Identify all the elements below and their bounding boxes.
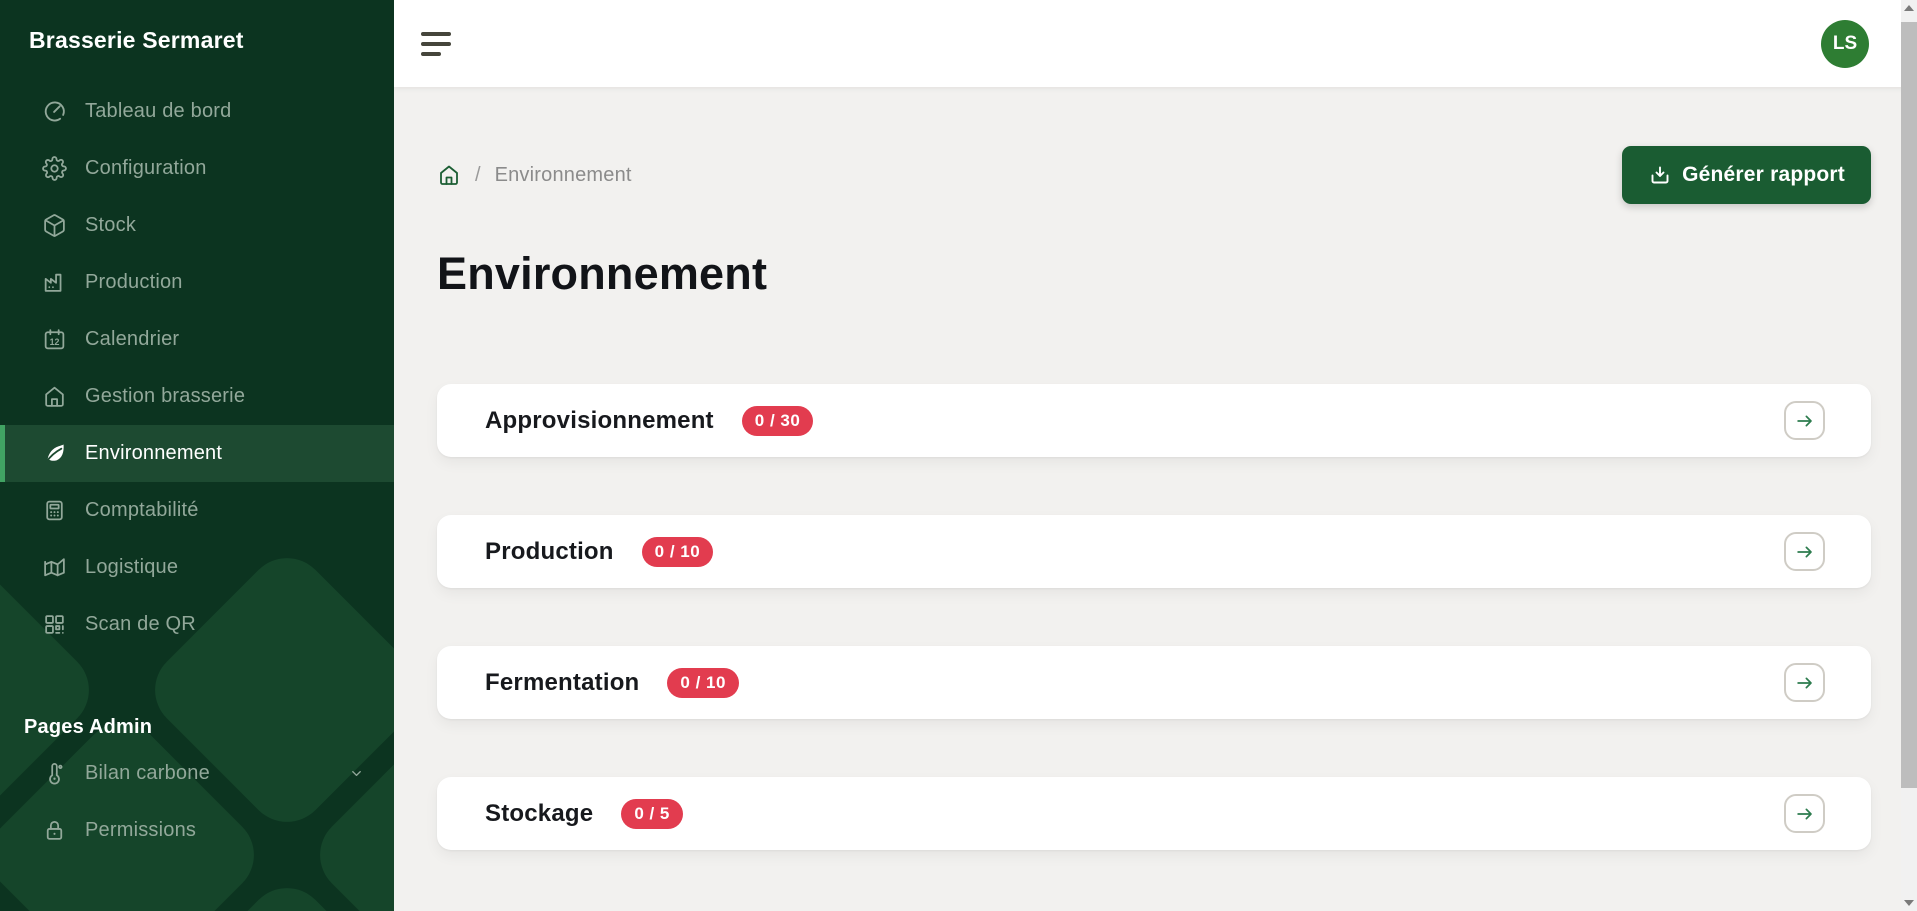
chevron-down-icon[interactable] — [349, 766, 364, 781]
sidebar-item-label: Logistique — [85, 556, 178, 579]
category-name: Stockage — [485, 800, 593, 828]
arrow-right-icon — [1794, 410, 1816, 432]
map-icon — [41, 555, 67, 581]
sidebar-item-scan-de-qr[interactable]: Scan de QR — [0, 596, 394, 653]
breadcrumb-current: Environnement — [495, 164, 632, 187]
page-title: Environnement — [437, 248, 1871, 300]
scrollbar-up-arrow[interactable] — [1901, 0, 1917, 16]
arrow-right-icon — [1794, 541, 1816, 563]
sidebar-nav: Tableau de bord Configuration Stock Prod… — [0, 83, 394, 653]
breadcrumb: / Environnement — [437, 163, 632, 187]
sidebar-item-production[interactable]: Production — [0, 254, 394, 311]
generate-report-button[interactable]: Générer rapport — [1622, 146, 1871, 204]
sidebar-item-label: Permissions — [85, 819, 196, 842]
arrow-right-icon — [1794, 803, 1816, 825]
factory-icon — [41, 270, 67, 296]
open-category-button[interactable] — [1784, 532, 1825, 571]
sidebar-item-label: Bilan carbone — [85, 762, 210, 785]
sidebar-item-label: Gestion brasserie — [85, 385, 245, 408]
brand-title: Brasserie Sermaret — [0, 0, 394, 54]
scrollbar-down-arrow[interactable] — [1901, 895, 1917, 911]
progress-badge: 0 / 10 — [667, 668, 739, 698]
sidebar-item-label: Production — [85, 271, 183, 294]
sidebar-item-label: Configuration — [85, 157, 207, 180]
category-card-stockage[interactable]: Stockage 0 / 5 — [437, 777, 1871, 850]
sidebar-item-label: Tableau de bord — [85, 100, 231, 123]
category-card-approvisionnement[interactable]: Approvisionnement 0 / 30 — [437, 384, 1871, 457]
calendar-icon: 12 — [41, 327, 67, 353]
sidebar-item-bilan-carbone[interactable]: Bilan carbone — [0, 745, 394, 802]
category-card-production[interactable]: Production 0 / 10 — [437, 515, 1871, 588]
hamburger-icon — [421, 32, 451, 36]
sidebar-item-stock[interactable]: Stock — [0, 197, 394, 254]
sidebar-item-permissions[interactable]: Permissions — [0, 802, 394, 859]
category-name: Production — [485, 538, 614, 566]
leaf-icon — [41, 441, 67, 467]
category-card-fermentation[interactable]: Fermentation 0 / 10 — [437, 646, 1871, 719]
open-category-button[interactable] — [1784, 794, 1825, 833]
lock-icon — [41, 818, 67, 844]
category-name: Fermentation — [485, 669, 639, 697]
sidebar-item-calendrier[interactable]: 12 Calendrier — [0, 311, 394, 368]
sidebar-admin-nav: Bilan carbone Permissions — [0, 745, 394, 859]
progress-badge: 0 / 10 — [642, 537, 714, 567]
home-icon — [41, 384, 67, 410]
gauge-icon — [41, 99, 67, 125]
sidebar-item-label: Environnement — [85, 442, 222, 465]
sidebar-item-configuration[interactable]: Configuration — [0, 140, 394, 197]
menu-toggle-button[interactable] — [421, 32, 453, 56]
main-area: LS / Environnement Générer rapport Envir… — [394, 0, 1917, 911]
sidebar-item-label: Calendrier — [85, 328, 179, 351]
page-content: / Environnement Générer rapport Environn… — [394, 87, 1917, 850]
open-category-button[interactable] — [1784, 401, 1825, 440]
sidebar-item-comptabilite[interactable]: Comptabilité — [0, 482, 394, 539]
sidebar-item-tableau-de-bord[interactable]: Tableau de bord — [0, 83, 394, 140]
gear-icon — [41, 156, 67, 182]
scrollbar-thumb[interactable] — [1901, 22, 1917, 788]
download-icon — [1648, 163, 1672, 187]
breadcrumb-home-icon[interactable] — [437, 163, 461, 187]
svg-text:12: 12 — [49, 337, 59, 347]
package-icon — [41, 213, 67, 239]
progress-badge: 0 / 30 — [742, 406, 814, 436]
calculator-icon — [41, 498, 67, 524]
generate-report-label: Générer rapport — [1682, 163, 1845, 187]
sidebar-item-environnement[interactable]: Environnement — [0, 425, 394, 482]
avatar[interactable]: LS — [1821, 20, 1869, 68]
qr-icon — [41, 612, 67, 638]
sidebar-item-logistique[interactable]: Logistique — [0, 539, 394, 596]
sidebar-section-pages-admin: Pages Admin — [24, 716, 394, 739]
sidebar-item-label: Comptabilité — [85, 499, 199, 522]
vertical-scrollbar[interactable] — [1901, 0, 1917, 911]
sidebar-item-gestion-brasserie[interactable]: Gestion brasserie — [0, 368, 394, 425]
thermometer-icon — [41, 761, 67, 787]
topbar: LS — [394, 0, 1917, 87]
category-list: Approvisionnement 0 / 30 Production 0 / … — [437, 384, 1871, 850]
arrow-right-icon — [1794, 672, 1816, 694]
sidebar-item-label: Scan de QR — [85, 613, 196, 636]
breadcrumb-separator: / — [475, 164, 481, 187]
sidebar-item-label: Stock — [85, 214, 136, 237]
progress-badge: 0 / 5 — [621, 799, 683, 829]
category-name: Approvisionnement — [485, 407, 714, 435]
sidebar: Brasserie Sermaret Tableau de bord Confi… — [0, 0, 394, 911]
open-category-button[interactable] — [1784, 663, 1825, 702]
